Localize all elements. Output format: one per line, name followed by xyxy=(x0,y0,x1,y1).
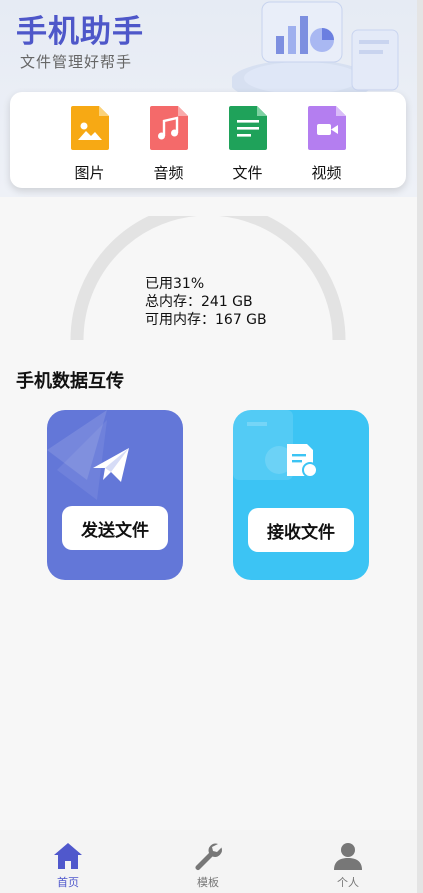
image-file-icon xyxy=(70,106,109,150)
audio-file-icon xyxy=(149,106,188,150)
storage-used-label: 已用31% xyxy=(145,276,205,292)
app-title: 手机助手 xyxy=(16,14,144,50)
category-card: 图片 音频 文件 视频 xyxy=(10,92,406,188)
tab-template[interactable]: 模板 xyxy=(168,830,248,893)
wrench-icon xyxy=(195,843,222,870)
video-file-icon xyxy=(307,106,346,150)
send-file-button[interactable]: 发送文件 xyxy=(62,506,168,550)
send-file-card[interactable]: 发送文件 xyxy=(47,410,183,580)
header-banner: 手机助手 文件管理好帮手 图片 音频 文件 视频 xyxy=(0,0,417,197)
home-icon xyxy=(54,843,82,869)
category-images[interactable]: 图片 xyxy=(63,92,117,188)
tab-label: 模板 xyxy=(197,876,219,889)
document-file-icon xyxy=(228,106,267,150)
storage-total-label: 总内存：241 GB xyxy=(145,294,253,310)
tab-label: 首页 xyxy=(57,876,79,889)
category-videos[interactable]: 视频 xyxy=(300,92,354,188)
app-subtitle: 文件管理好帮手 xyxy=(20,53,133,71)
category-label: 视频 xyxy=(311,164,342,182)
storage-free-label: 可用内存：167 GB xyxy=(145,312,267,328)
person-icon xyxy=(334,843,362,870)
bottom-tab-bar: 首页 模板 个人 xyxy=(0,830,417,893)
tab-profile[interactable]: 个人 xyxy=(308,830,388,893)
storage-info: 已用31% 总内存：241 GB 可用内存：167 GB xyxy=(145,275,267,329)
tab-home[interactable]: 首页 xyxy=(28,830,108,893)
scrollbar[interactable] xyxy=(417,0,423,893)
category-label: 文件 xyxy=(232,164,263,182)
paper-plane-icon xyxy=(47,410,129,500)
tab-label: 个人 xyxy=(337,876,359,889)
receive-file-card[interactable]: 接收文件 xyxy=(233,410,369,580)
category-documents[interactable]: 文件 xyxy=(221,92,275,188)
receive-file-button[interactable]: 接收文件 xyxy=(248,508,354,552)
transfer-section-title: 手机数据互传 xyxy=(16,371,124,392)
category-label: 图片 xyxy=(74,164,105,182)
category-audio[interactable]: 音频 xyxy=(142,92,196,188)
category-label: 音频 xyxy=(153,164,184,182)
receive-document-icon xyxy=(233,410,318,480)
